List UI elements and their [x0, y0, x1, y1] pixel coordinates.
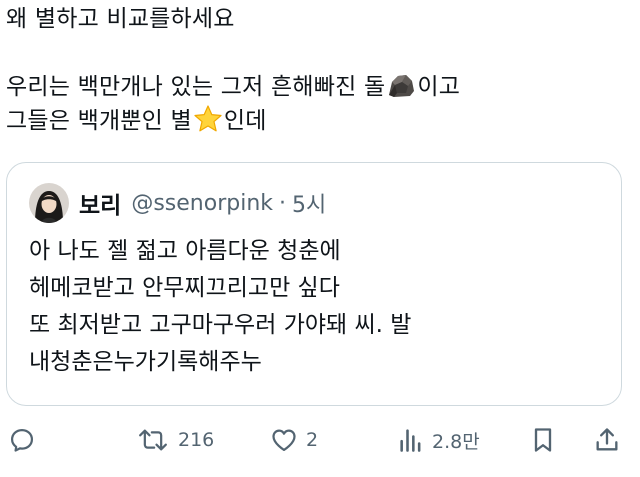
quote-line-2: 헤메코받고 안무찌끄리고만 싶다 — [29, 275, 340, 301]
reply-icon — [10, 428, 34, 452]
quote-line-4: 내청춘은누가기록해주누 — [29, 349, 262, 375]
like-button[interactable]: 2 — [270, 420, 318, 460]
post-line-3-suffix: 인데 — [223, 108, 267, 134]
quote-author-handle[interactable]: @ssenorpink — [131, 191, 273, 216]
heart-icon — [272, 429, 296, 452]
post-line-2-suffix: 이고 — [417, 74, 461, 100]
post-line-2-text: 우리는 백만개나 있는 그저 흔해빠진 돌 — [6, 74, 386, 100]
share-icon — [596, 428, 618, 451]
repost-count: 216 — [178, 429, 215, 451]
post-line-2: 우리는 백만개나 있는 그저 흔해빠진 돌 이고 — [6, 70, 626, 104]
action-bar: 216 2 2.8만 — [0, 420, 640, 460]
post-line-3: 그들은 백개뿐인 별 인데 — [6, 104, 626, 138]
bookmark-button[interactable] — [530, 420, 556, 460]
post-line-3-text: 그들은 백개뿐인 별 — [6, 108, 192, 134]
share-button[interactable] — [594, 420, 620, 460]
post-blank-line — [6, 36, 626, 70]
quote-body: 아 나도 젤 젊고 아름다운 청춘에 헤메코받고 안무찌끄리고만 싶다 또 최저… — [29, 233, 609, 381]
quote-timestamp[interactable]: 5시 — [292, 187, 326, 219]
star-emoji — [193, 104, 223, 144]
repost-button[interactable]: 216 — [136, 420, 214, 460]
quote-tweet-card[interactable]: 보리 @ssenorpink · 5시 아 나도 젤 젊고 아름다운 청춘에 헤… — [6, 162, 622, 406]
like-count: 2 — [306, 429, 319, 451]
rock-emoji — [386, 70, 416, 110]
views-button[interactable]: 2.8만 — [398, 420, 480, 460]
avatar[interactable] — [29, 183, 69, 223]
post-text: 왜 별하고 비교를하세요 우리는 백만개나 있는 그저 흔해빠진 돌 이고 그들은… — [6, 2, 626, 138]
bookmark-icon — [534, 428, 552, 452]
reply-button[interactable] — [8, 420, 36, 460]
views-count: 2.8만 — [432, 430, 480, 453]
views-icon — [400, 429, 421, 452]
meta-separator: · — [279, 190, 286, 216]
repost-icon — [139, 429, 167, 451]
quote-line-1: 아 나도 젤 젊고 아름다운 청춘에 — [29, 238, 341, 264]
quote-line-3: 또 최저받고 고구마구우러 가야돼 씨. 발 — [29, 312, 412, 338]
quote-header: 보리 @ssenorpink · 5시 — [29, 183, 326, 223]
quote-author-name[interactable]: 보리 — [79, 186, 121, 220]
post-line-1: 왜 별하고 비교를하세요 — [6, 6, 235, 32]
